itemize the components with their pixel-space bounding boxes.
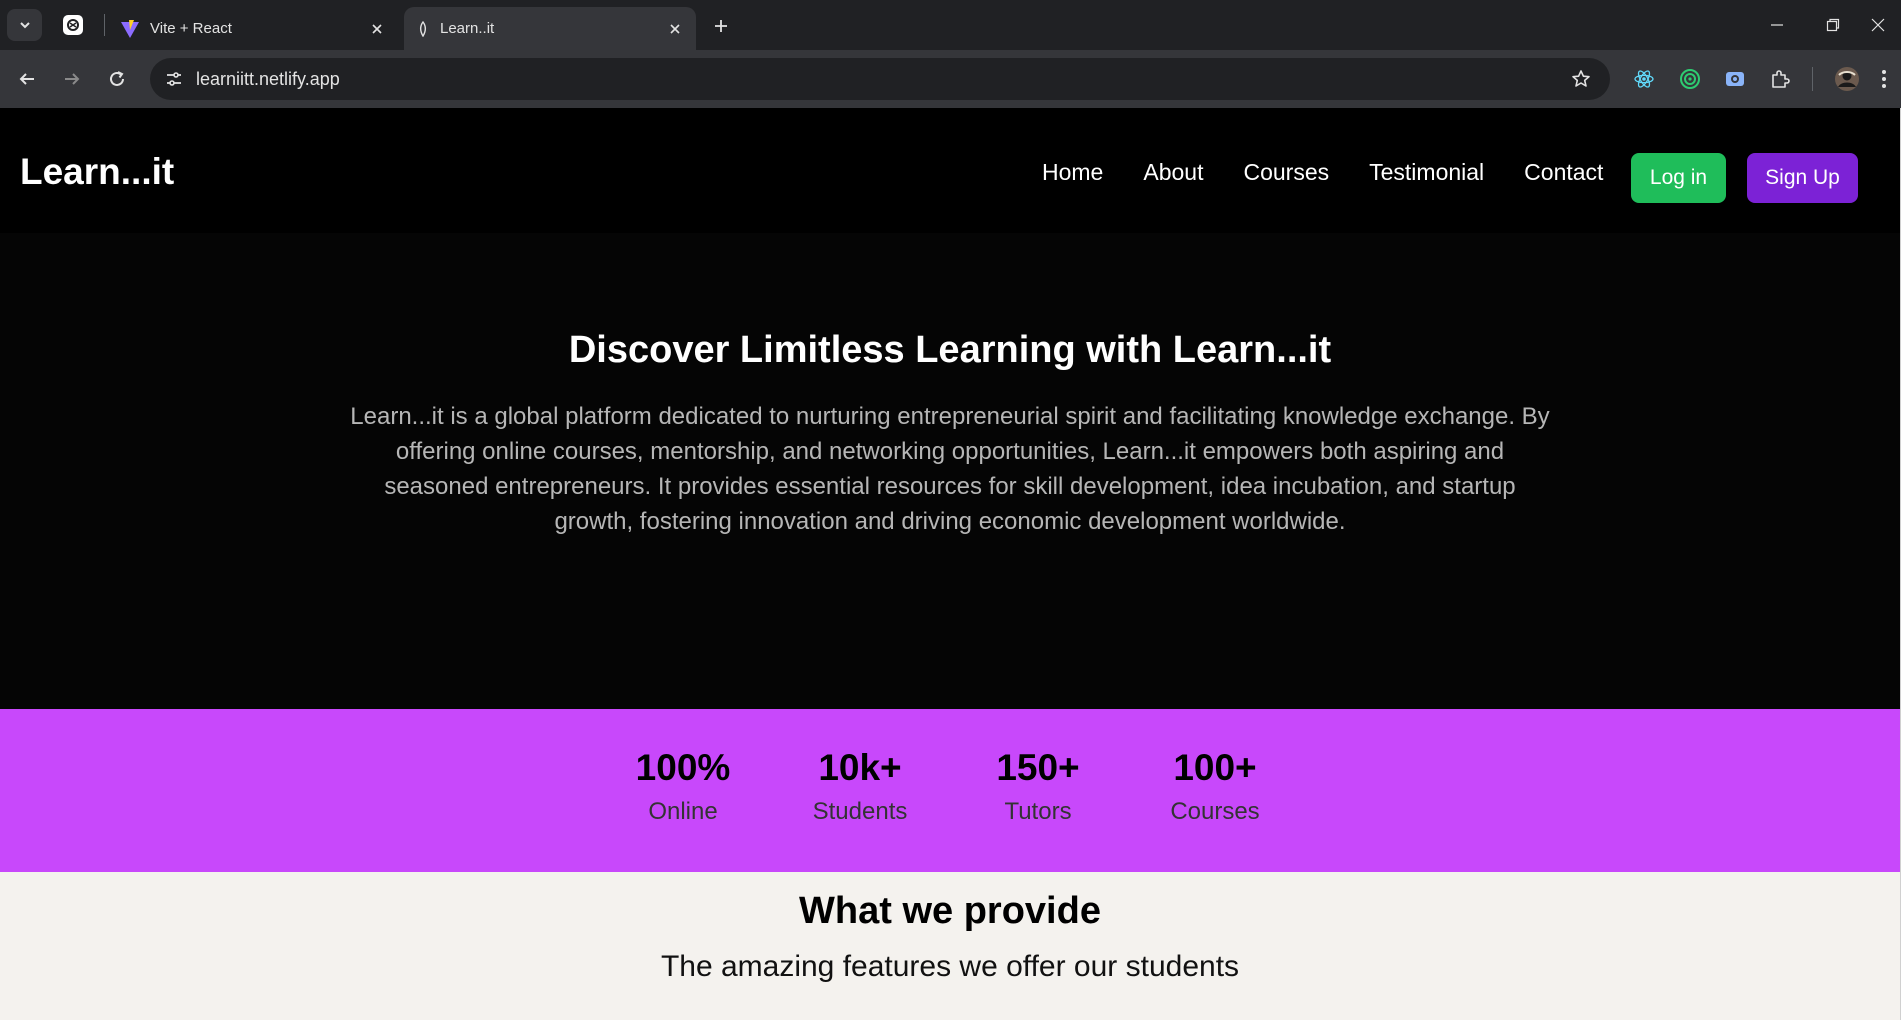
browser-tab-bar: Vite + React Learn..it (0, 0, 1901, 50)
stat-value: 150+ (996, 747, 1080, 788)
react-icon (1634, 70, 1654, 88)
nav-link-about[interactable]: About (1143, 159, 1203, 186)
bookmark-star-button[interactable] (1566, 64, 1596, 94)
reload-button[interactable] (100, 62, 134, 96)
more-vertical-icon (1882, 70, 1886, 88)
minimize-icon (1771, 24, 1783, 26)
tab-title: Vite + React (150, 20, 232, 37)
close-window-button[interactable] (1855, 8, 1901, 42)
target-icon (1680, 69, 1700, 89)
pinned-tab-chatgpt[interactable] (58, 12, 88, 38)
reload-icon (110, 71, 124, 86)
site-info-button[interactable] (158, 63, 190, 95)
tab-vite-react[interactable]: Vite + React (108, 7, 398, 50)
tab-search-button[interactable] (7, 9, 42, 41)
stat-value: 100+ (1173, 747, 1257, 788)
features-subtitle: The amazing features we offer our studen… (660, 950, 1240, 983)
camera-icon (1726, 72, 1744, 86)
plus-icon (715, 20, 727, 32)
site-settings-icon (167, 72, 181, 86)
restore-button[interactable] (1810, 8, 1856, 42)
stat-label: Tutors (1004, 798, 1072, 825)
close-tab-icon[interactable] (662, 16, 688, 42)
features-section: What we provide The amazing features we … (0, 872, 1900, 1020)
hero-section: Discover Limitless Learning with Learn..… (0, 233, 1900, 709)
arrow-right-icon (65, 73, 80, 85)
stat-label: Online (648, 798, 718, 825)
stat-students: 10k+ Students (770, 747, 950, 826)
chevron-down-icon (19, 22, 30, 29)
stat-tutors: 150+ Tutors (948, 747, 1128, 826)
stat-courses: 100+ Courses (1125, 747, 1305, 826)
minimize-button[interactable] (1754, 8, 1800, 42)
react-devtools-extension[interactable] (1627, 62, 1661, 96)
vite-icon (120, 19, 140, 39)
star-icon (1572, 70, 1590, 87)
hero-description: Learn...it is a global platform dedicate… (350, 403, 1550, 535)
site-favicon-icon (416, 20, 430, 37)
forward-button[interactable] (55, 62, 89, 96)
tab-separator (104, 14, 105, 36)
hero-title: Discover Limitless Learning with Learn..… (568, 329, 1332, 371)
chatgpt-icon (63, 15, 83, 35)
login-button[interactable]: Log in (1631, 153, 1726, 203)
site-logo[interactable]: Learn...it (20, 151, 174, 193)
stats-bar: 100% Online 10k+ Students 150+ Tutors 10… (0, 709, 1900, 872)
stat-label: Courses (1170, 798, 1260, 825)
nav-link-contact[interactable]: Contact (1524, 159, 1603, 186)
close-icon (1871, 18, 1885, 32)
tab-title: Learn..it (440, 20, 495, 37)
new-tab-button[interactable] (706, 11, 736, 41)
stat-value: 100% (635, 747, 731, 788)
puzzle-icon (1772, 70, 1790, 88)
arrow-left-icon (19, 73, 34, 85)
nav-links: Home About Courses Testimonial Contact (1042, 159, 1603, 186)
restore-icon (1826, 18, 1840, 32)
nav-link-testimonial[interactable]: Testimonial (1369, 159, 1484, 186)
profile-avatar[interactable] (1830, 62, 1864, 96)
signup-button[interactable]: Sign Up (1747, 153, 1858, 203)
stat-label: Students (812, 798, 908, 825)
browser-toolbar: learniitt.netlify.app (0, 50, 1901, 108)
tab-learn-it[interactable]: Learn..it (404, 7, 696, 50)
features-title: What we provide (799, 890, 1101, 932)
toolbar-separator (1812, 67, 1813, 91)
extensions-menu-button[interactable] (1763, 62, 1797, 96)
browser-menu-button[interactable] (1872, 62, 1896, 96)
screen-capture-extension[interactable] (1718, 62, 1752, 96)
nav-link-courses[interactable]: Courses (1243, 159, 1329, 186)
url-text[interactable]: learniitt.netlify.app (196, 69, 340, 90)
stat-online: 100% Online (593, 747, 773, 826)
site-navbar: Learn...it Home About Courses Testimonia… (0, 108, 1900, 233)
close-tab-icon[interactable] (364, 16, 390, 42)
web-page: Learn...it Home About Courses Testimonia… (0, 108, 1900, 1020)
address-bar[interactable]: learniitt.netlify.app (150, 58, 1610, 100)
avatar-icon (1835, 67, 1859, 91)
target-extension[interactable] (1673, 62, 1707, 96)
nav-link-home[interactable]: Home (1042, 159, 1103, 186)
back-button[interactable] (10, 62, 44, 96)
stat-value: 10k+ (818, 747, 902, 788)
